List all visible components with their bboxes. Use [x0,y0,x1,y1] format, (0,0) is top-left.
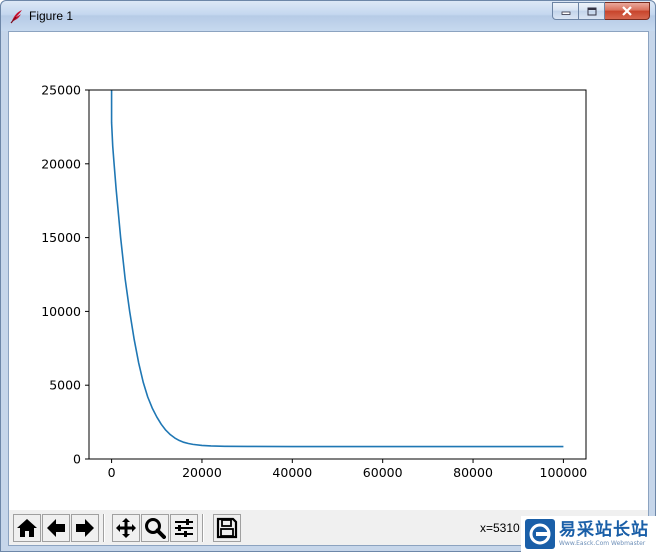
caption-buttons [552,2,650,22]
close-button[interactable] [605,2,650,20]
watermark-text: 易采站长站 Www.Easck.Com Webmaster [559,519,649,547]
figure-client-area: 0 20000 40000 60000 80000 100000 0 5000 10000 150… [8,31,649,546]
pan-move-icon [116,518,136,538]
x-tick-label: 60000 [363,465,403,480]
title-bar[interactable]: Figure 1 [1,1,655,31]
x-tick-label: 80000 [453,465,493,480]
back-arrow-icon [47,519,65,537]
x-tick-label: 40000 [272,465,312,480]
x-tick-label: 100000 [540,465,588,480]
watermark-subtitle: Www.Easck.Com Webmaster [559,539,646,547]
line-chart: 0 20000 40000 60000 80000 100000 0 5000 10000 150… [41,83,588,481]
figure-window: Figure 1 0 20000 40000 60000 80000 100000 0 500… [0,0,656,552]
y-tick-label: 20000 [41,156,81,171]
y-tick-label: 10000 [41,304,81,319]
y-tick-label: 5000 [49,378,81,393]
watermark-logo-icon [525,519,555,549]
home-icon [17,519,37,537]
zoom-button[interactable] [141,514,169,542]
window-title: Figure 1 [29,9,74,23]
coordinate-readout: x=5310 [480,521,520,535]
save-button[interactable] [213,514,241,542]
maximize-icon [587,7,596,15]
site-watermark: 易采站长站 Www.Easck.Com Webmaster [521,516,656,552]
watermark-title: 易采站长站 [559,519,649,540]
x-tick-label: 20000 [182,465,222,480]
back-button[interactable] [42,514,70,542]
home-button[interactable] [13,514,41,542]
y-tick-label: 25000 [41,83,81,98]
y-tick-label: 15000 [41,230,81,245]
minimize-button[interactable] [552,2,579,20]
floppy-disk-icon [216,517,238,539]
figure-canvas[interactable]: 0 20000 40000 60000 80000 100000 0 5000 10000 150… [9,32,648,510]
forward-arrow-icon [76,519,94,537]
close-icon [622,6,632,16]
toolbar-separator [103,514,105,542]
minimize-icon [561,11,570,15]
maximize-button[interactable] [579,2,605,20]
forward-button[interactable] [71,514,99,542]
tk-feather-icon [10,10,22,24]
configure-subplots-icon [175,519,193,537]
pan-button[interactable] [112,514,140,542]
axes-frame [88,89,587,460]
series-line [110,90,564,448]
x-tick-label: 0 [108,465,116,480]
subplots-button[interactable] [170,514,198,542]
y-tick-label: 0 [73,452,81,467]
toolbar-separator [202,514,204,542]
zoom-magnifier-icon [145,518,166,539]
